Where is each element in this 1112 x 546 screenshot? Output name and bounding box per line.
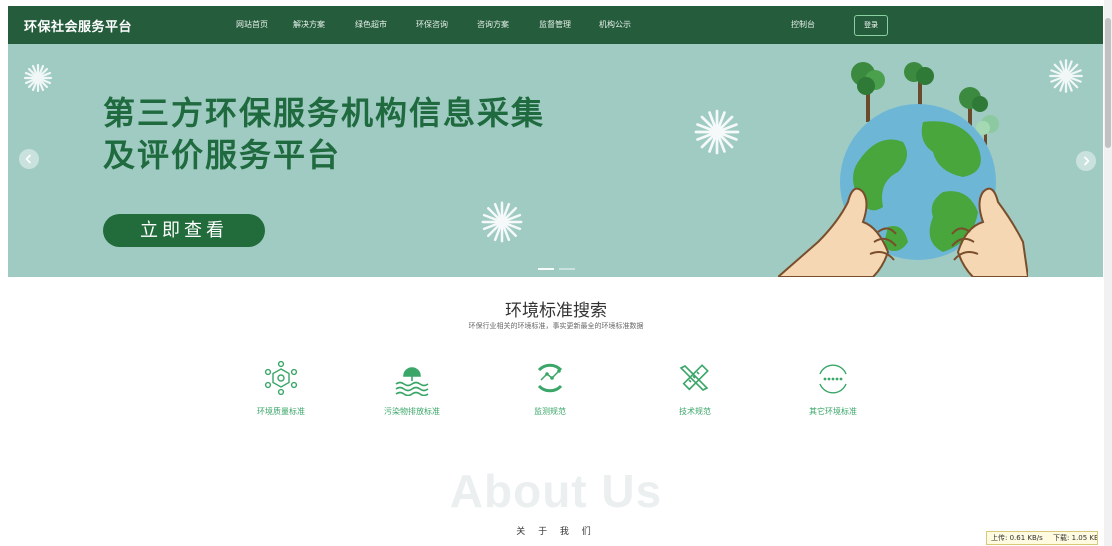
water-discharge-icon: [395, 367, 429, 396]
category-pollutant-discharge[interactable]: 污染物排放标准: [357, 360, 467, 417]
banner-title-line2: 及评价服务平台: [103, 136, 342, 174]
nav-item-supervision[interactable]: 监督管理: [539, 19, 571, 30]
snowflake-icon: [23, 63, 53, 93]
standards-subtitle: 环保行业相关的环境标准，事实更新最全的环境标准数据: [468, 322, 644, 330]
snowflake-icon: [694, 109, 740, 155]
chevron-left-icon: [25, 154, 32, 164]
category-label: 其它环境标准: [809, 407, 857, 416]
carousel-next-button[interactable]: [1076, 151, 1096, 171]
nav-item-green-market[interactable]: 绿色超市: [355, 19, 387, 30]
nav-item-consult-plan[interactable]: 咨询方案: [477, 19, 509, 30]
more-dots-icon: [819, 364, 847, 394]
monitoring-circle-icon: [537, 363, 563, 393]
category-other-standards[interactable]: 其它环境标准: [778, 360, 888, 417]
category-tech-spec[interactable]: 技术规范: [640, 360, 750, 417]
nav-item-org-notice[interactable]: 机构公示: [599, 19, 631, 30]
banner-title: 第三方环保服务机构信息采集 及评价服务平台: [103, 92, 545, 176]
category-label: 环境质量标准: [257, 407, 305, 416]
upload-speed: 上传: 0.61 KB/s: [991, 534, 1043, 542]
net-speed-widget: 上传: 0.61 KB/s 下载: 1.05 KB: [986, 531, 1098, 545]
category-monitoring-spec[interactable]: 监测规范: [495, 360, 605, 417]
download-speed: 下载: 1.05 KB: [1053, 534, 1098, 542]
category-label: 监测规范: [534, 407, 566, 416]
nav-item-env-consult[interactable]: 环保咨询: [416, 19, 448, 30]
earth-hands-illustration: [778, 62, 1028, 277]
chevron-right-icon: [1083, 156, 1090, 166]
about-heading: About Us: [449, 465, 663, 517]
page: 环保社会服务平台 网站首页 解决方案 绿色超市 环保咨询 咨询方案 监督管理 机…: [0, 0, 1112, 546]
scrollbar-thumb[interactable]: [1105, 18, 1111, 148]
site-brand[interactable]: 环保社会服务平台: [24, 16, 132, 35]
console-link[interactable]: 控制台: [791, 19, 815, 30]
about-subheading: 关 于 我 们: [516, 527, 596, 537]
carousel-dot-1[interactable]: [538, 268, 554, 270]
category-label: 污染物排放标准: [384, 407, 440, 416]
standards-title: 环境标准搜索: [505, 301, 607, 321]
top-navbar: 环保社会服务平台 网站首页 解决方案 绿色超市 环保咨询 咨询方案 监督管理 机…: [8, 6, 1103, 44]
hero-banner: 第三方环保服务机构信息采集 及评价服务平台 立即查看: [8, 44, 1103, 277]
category-env-quality[interactable]: 环境质量标准: [226, 360, 336, 417]
ruler-pencil-icon: [679, 364, 709, 391]
category-label: 技术规范: [679, 407, 711, 416]
nav-item-home[interactable]: 网站首页: [236, 19, 268, 30]
login-button[interactable]: 登录: [854, 15, 888, 36]
carousel-dot-2[interactable]: [559, 268, 575, 270]
snowflake-icon: [1049, 59, 1083, 93]
network-cube-icon: [264, 360, 298, 396]
banner-title-line1: 第三方环保服务机构信息采集: [103, 94, 546, 132]
page-scrollbar[interactable]: [1104, 0, 1112, 546]
snowflake-icon: [481, 201, 523, 243]
carousel-prev-button[interactable]: [19, 149, 39, 169]
nav-item-solutions[interactable]: 解决方案: [293, 19, 325, 30]
view-now-button[interactable]: 立即查看: [103, 214, 265, 247]
